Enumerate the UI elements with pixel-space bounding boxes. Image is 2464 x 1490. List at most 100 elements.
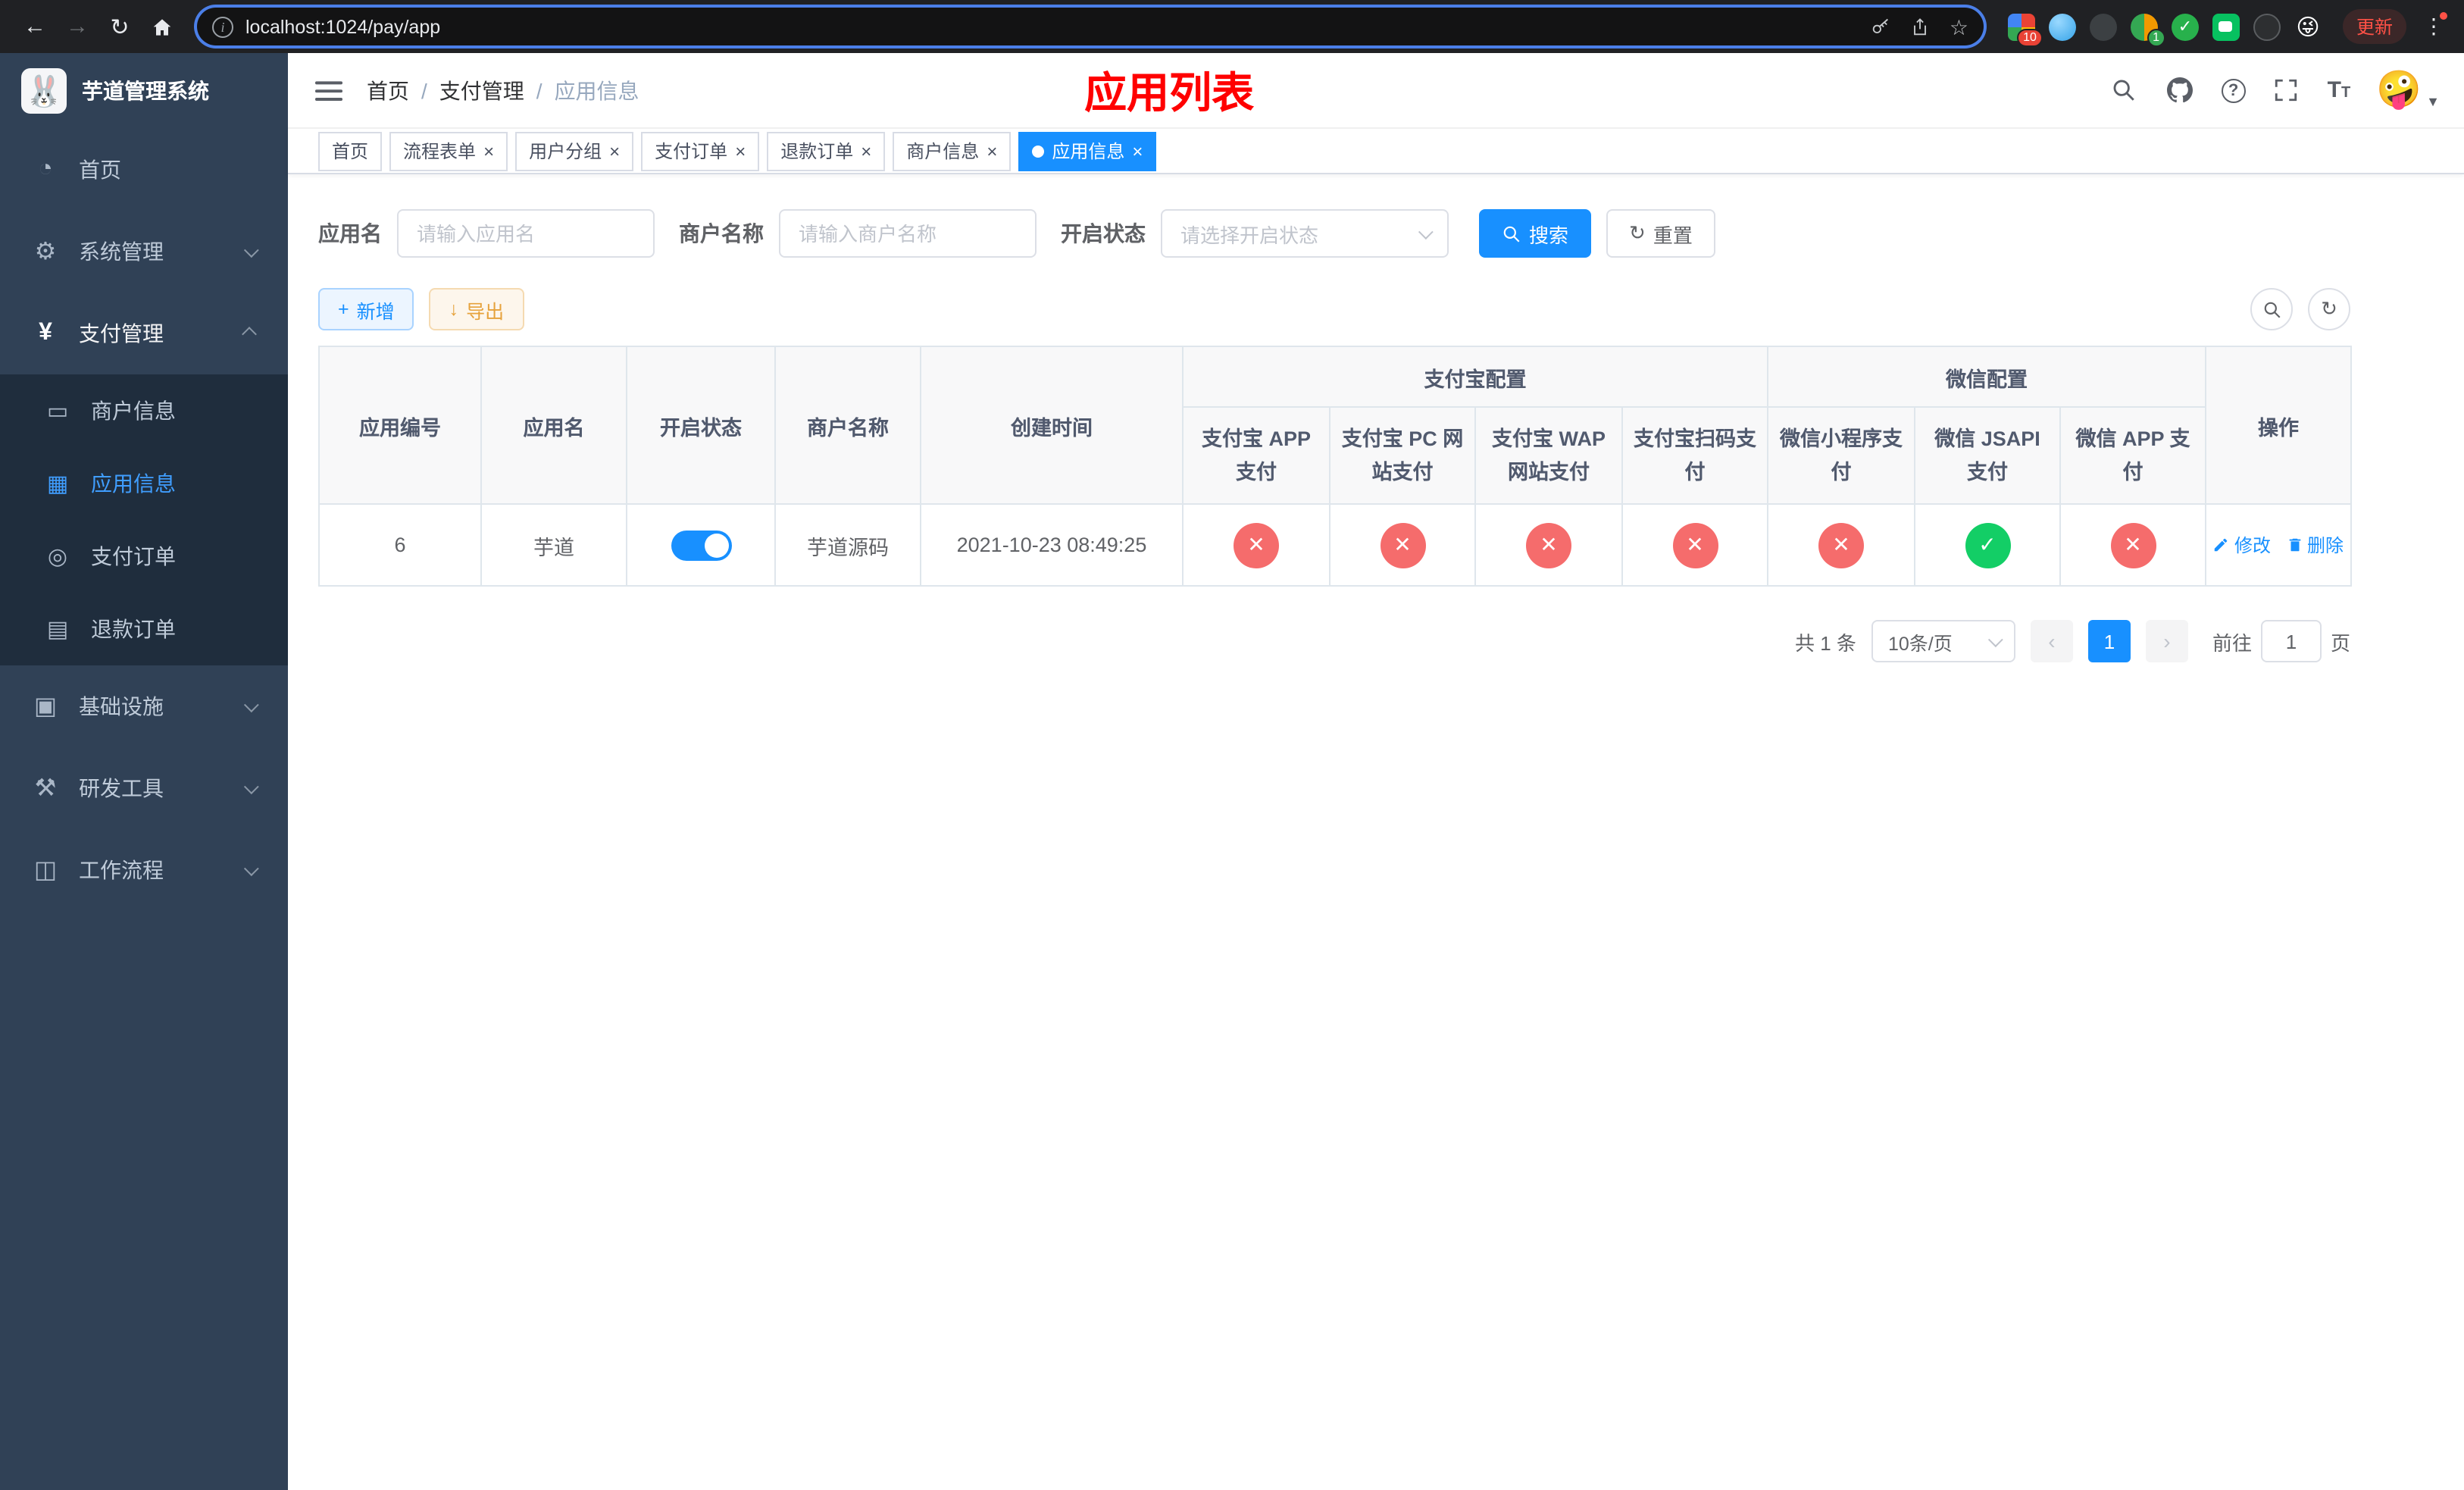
refresh-table-button[interactable]: ↻ [2308,288,2350,330]
chrome-update-button[interactable]: 更新 [2342,9,2406,44]
delete-link[interactable]: 删除 [2286,532,2344,558]
prev-page-button[interactable]: ‹ [2030,620,2073,662]
back-button[interactable]: ← [15,7,55,46]
alipay-pc-status-icon: ✕ [1380,522,1425,568]
close-icon[interactable]: × [735,142,746,160]
tab-app-info[interactable]: 应用信息 × [1018,131,1157,171]
add-button[interactable]: + 新增 [318,288,414,330]
export-button[interactable]: ↓ 导出 [429,288,524,330]
edit-label: 修改 [2234,535,2271,556]
sidebar-item-label: 退款订单 [91,617,176,641]
chevron-down-icon [1418,224,1434,239]
breadcrumb-payment[interactable]: 支付管理 [439,75,524,105]
site-info-icon[interactable]: i [212,16,233,37]
toggle-search-button[interactable] [2250,288,2293,330]
sidebar-item-devtools[interactable]: ⚒ 研发工具 [0,747,288,829]
tab-refund-order[interactable]: 退款订单 × [767,131,886,171]
tab-label: 应用信息 [1052,141,1125,162]
home-icon [153,18,171,35]
page-size-select[interactable]: 10条/页 [1871,620,2015,662]
extension-dark-icon[interactable] [2089,13,2117,40]
close-icon[interactable]: × [483,142,494,160]
github-icon[interactable] [2165,75,2196,105]
breadcrumb-separator: / [421,78,427,102]
reload-button[interactable]: ↻ [100,7,139,46]
sidebar-item-label: 研发工具 [79,776,164,800]
address-bar[interactable]: i localhost:1024/pay/app ☆ [197,8,1984,45]
extension-badge-green: 1 [2147,28,2165,46]
next-page-button[interactable]: › [2145,620,2188,662]
col-created: 创建时间 [920,346,1184,505]
col-alipay-app: 支付宝 APP 支付 [1182,406,1330,505]
app-title: 芋道管理系统 [82,79,209,103]
close-icon[interactable]: × [987,142,997,160]
page-1-button[interactable]: 1 [2087,620,2131,662]
sidebar-item-system[interactable]: ⚙ 系统管理 [0,211,288,293]
extension-grid-icon[interactable]: 10 [2007,13,2043,46]
bookmark-star-icon[interactable]: ☆ [1950,16,1968,37]
table-row: 6 芋道 芋道源码 2021-10-23 08:49:25 ✕ ✕ ✕ ✕ ✕ … [318,503,2352,587]
tab-flow-form[interactable]: 流程表单 × [389,131,508,171]
font-size-icon[interactable]: TT [2328,77,2351,103]
search-icon [2263,301,2280,318]
merchant-name-label: 商户名称 [679,221,764,246]
sidebar-item-refund-order[interactable]: ▤ 退款订单 [0,593,288,665]
breadcrumb-home[interactable]: 首页 [367,75,409,105]
sidebar-logo[interactable]: 🐰 芋道管理系统 [0,53,288,129]
password-key-icon[interactable] [1871,16,1892,37]
goto-page-input[interactable] [2260,620,2322,662]
close-icon[interactable]: × [609,142,620,160]
tab-home[interactable]: 首页 [318,131,383,171]
search-button[interactable]: 搜索 [1479,209,1592,258]
tab-user-group[interactable]: 用户分组 × [515,131,634,171]
sidebar-item-pay-order[interactable]: ◎ 支付订单 [0,520,288,593]
col-alipay-qr: 支付宝扫码支付 [1621,406,1768,505]
tab-merchant-info[interactable]: 商户信息 × [893,131,1012,171]
sidebar-item-workflow[interactable]: ◫ 工作流程 [0,829,288,911]
fullscreen-icon[interactable] [2272,75,2302,105]
search-icon[interactable] [2109,75,2140,105]
app-name-input[interactable] [397,209,655,258]
goto-suffix: 页 [2330,631,2350,654]
sidebar-item-app-info[interactable]: ▦ 应用信息 [0,447,288,520]
extension-check-icon[interactable]: ✓ [2171,13,2199,40]
status-toggle[interactable] [671,530,731,560]
page-title: 应用列表 [1084,69,1255,116]
sidebar-item-infra[interactable]: ▣ 基础设施 [0,665,288,747]
user-avatar[interactable]: 🤪 ▼ [2376,67,2440,113]
tab-pay-order[interactable]: 支付订单 × [641,131,760,171]
workflow-icon: ◫ [33,858,58,884]
url-text[interactable]: localhost:1024/pay/app [245,16,1859,37]
share-icon[interactable] [1910,16,1931,37]
chevron-down-icon [1987,631,2003,647]
edit-link[interactable]: 修改 [2213,532,2271,558]
home-button[interactable] [142,7,182,46]
gear-icon: ⚙ [34,239,57,265]
profile-avatar-icon[interactable]: 😜 [2294,13,2322,40]
cell-status [626,503,776,587]
merchant-name-input[interactable] [779,209,1037,258]
extension-chat-icon[interactable] [2212,13,2240,40]
breadcrumb: 首页 / 支付管理 / 应用信息 [367,75,639,105]
sidebar-item-home[interactable]: ◔ 首页 [0,129,288,211]
extension-droplet-icon[interactable] [2048,13,2076,40]
wx-app-status-icon: ✕ [2110,522,2156,568]
tab-label: 退款订单 [780,141,854,162]
help-icon[interactable]: ? [2221,78,2246,102]
merchant-card-icon: ▭ [46,399,69,424]
chrome-menu-button[interactable]: ⋮ [2419,7,2449,46]
extension-bot-icon[interactable] [2253,13,2281,40]
table-toolbar: + 新增 ↓ 导出 ↻ [318,288,2350,330]
forward-button[interactable]: → [58,7,97,46]
close-icon[interactable]: × [1132,142,1143,160]
alipay-app-status-icon: ✕ [1234,522,1279,568]
app-window: 🐰 芋道管理系统 ◔ 首页 ⚙ 系统管理 ¥ 支付管理 ▭ 商户信息 ▦ 应用信… [0,53,2464,1490]
status-select[interactable]: 请选择开启状态 [1161,209,1449,258]
close-icon[interactable]: × [861,142,871,160]
search-icon [1503,225,1520,242]
sidebar-item-merchant-info[interactable]: ▭ 商户信息 [0,374,288,447]
reset-button[interactable]: ↻ 重置 [1606,209,1715,258]
sidebar-item-payment[interactable]: ¥ 支付管理 [0,293,288,374]
extension-avatar-icon[interactable]: 1 [2130,13,2165,46]
sidebar-collapse-button[interactable] [312,74,346,107]
